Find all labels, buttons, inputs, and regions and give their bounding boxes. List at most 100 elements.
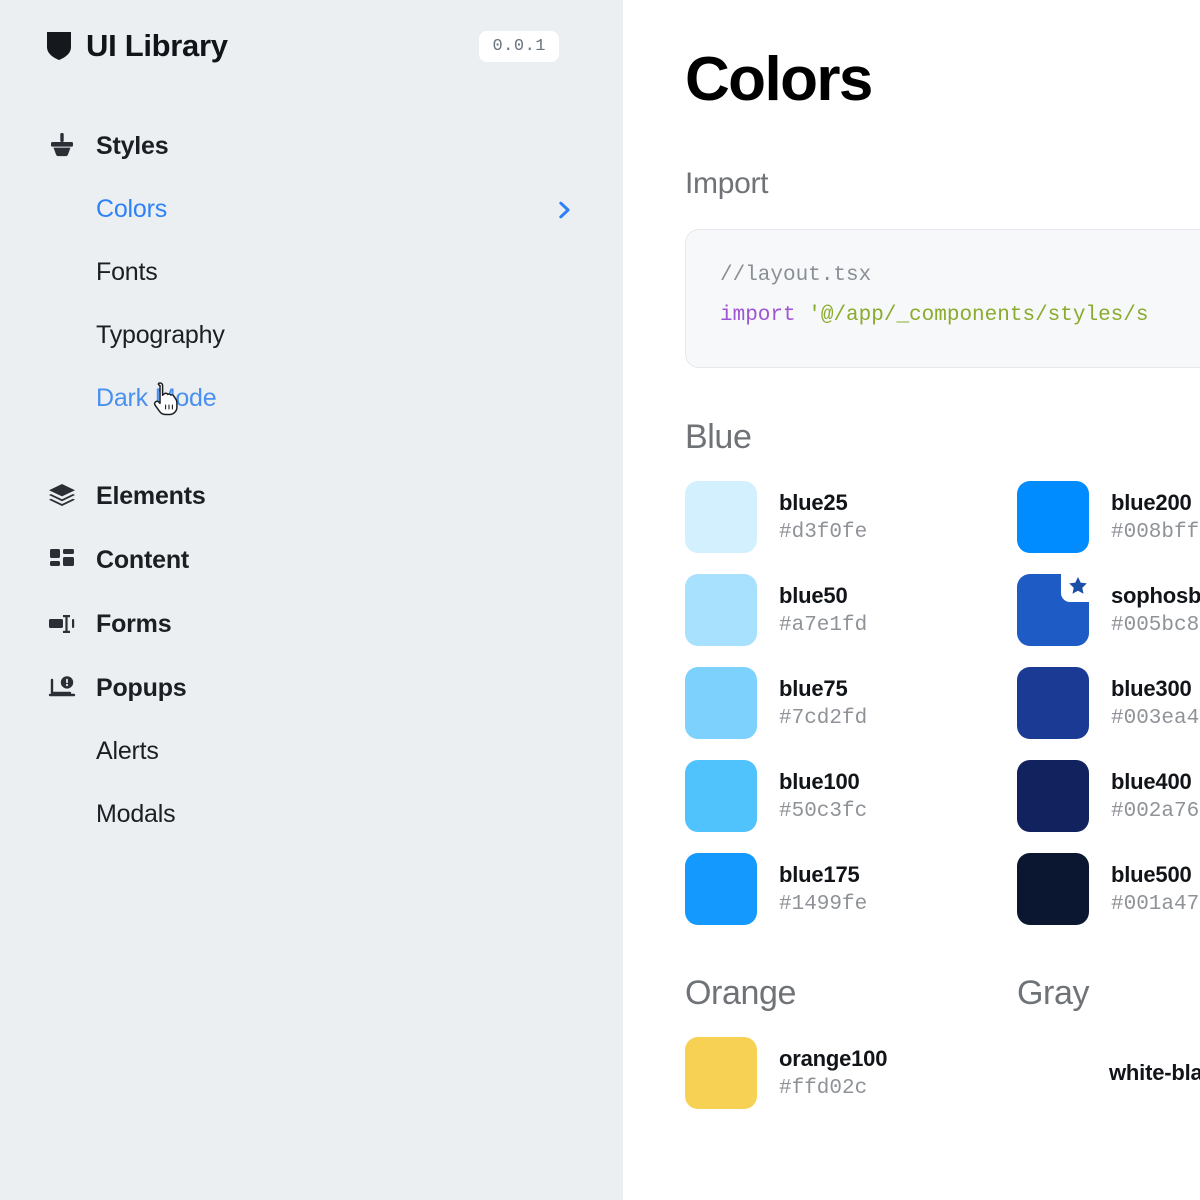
palette-bottom-row: Orange orange100 #ffd02c Gray white-bla — [685, 974, 1200, 1120]
popup-notification-icon — [46, 672, 78, 704]
palette-title: Orange — [685, 973, 797, 1012]
sidebar-item-elements[interactable]: Elements — [0, 464, 623, 528]
swatch-hex: #002a76 — [1111, 800, 1200, 824]
swatch-item[interactable]: blue300 #003ea4 — [1017, 657, 1200, 750]
palette-gray: Gray white-black — [1017, 974, 1200, 1120]
swatch-hex: #50c3fc — [779, 800, 868, 824]
sidebar-item-styles[interactable]: Styles — [0, 114, 623, 178]
swatch-column: blue25 #d3f0fe blue50 #a7e1fd blue75 #7c… — [685, 471, 1017, 936]
app-title: UI Library — [86, 28, 228, 63]
sidebar-item-modals[interactable]: Modals — [0, 783, 623, 846]
swatch-hex: #1499fe — [779, 893, 868, 917]
swatch-name: white-black — [1109, 1060, 1200, 1086]
swatch-hex: #a7e1fd — [779, 614, 868, 638]
sidebar-item-content[interactable]: Content — [0, 528, 623, 592]
sidebar-subitem-label: Colors — [96, 195, 168, 223]
color-chip[interactable] — [1017, 853, 1089, 926]
favorite-star-badge — [1061, 572, 1091, 603]
color-chip[interactable] — [685, 574, 757, 647]
swatch-item[interactable]: white-black — [1017, 1027, 1200, 1120]
sidebar-item-dark-mode[interactable]: Dark Mode — [0, 367, 623, 430]
swatch-item[interactable]: blue175 #1499fe — [685, 843, 1017, 936]
sidebar-nav: Styles Colors Fonts Typography Dark Mode — [0, 92, 623, 846]
swatch-hex: #008bff — [1111, 521, 1200, 545]
code-path-string: '@/app/_components/styles/s — [808, 304, 1149, 328]
sidebar: UI Library 0.0.1 Styles Colors Fonts Typ… — [0, 0, 623, 1200]
palette-title: Gray — [1017, 973, 1090, 1012]
code-keyword: import — [720, 304, 796, 328]
sidebar-item-label: Content — [96, 545, 190, 574]
import-code-block[interactable]: //layout.tsx import '@/app/_components/s… — [685, 229, 1200, 368]
sidebar-brand[interactable]: UI Library 0.0.1 — [0, 0, 623, 92]
sidebar-subitem-label: Dark Mode — [96, 384, 217, 412]
color-chip[interactable] — [685, 667, 757, 740]
swatch-hex: #005bc8 — [1111, 614, 1200, 638]
form-input-icon — [46, 608, 78, 640]
main-content: Colors Import //layout.tsx import '@/app… — [623, 0, 1200, 1200]
swatch-item[interactable]: blue400 #002a76 — [1017, 750, 1200, 843]
color-chip[interactable] — [685, 760, 757, 833]
swatch-item[interactable]: blue500 #001a47 — [1017, 843, 1200, 936]
swatch-item[interactable]: blue50 #a7e1fd — [685, 564, 1017, 657]
color-chip[interactable] — [1017, 760, 1089, 833]
star-icon — [1069, 577, 1087, 594]
swatch-name: blue50 — [779, 583, 848, 609]
swatch-name: blue300 — [1111, 676, 1192, 702]
swatch-meta: white-black — [1109, 1060, 1200, 1086]
color-chip[interactable] — [685, 1037, 757, 1110]
code-import-line: import '@/app/_components/styles/s — [720, 296, 1200, 336]
palette-orange: Orange orange100 #ffd02c — [685, 974, 1017, 1120]
color-chip[interactable] — [685, 481, 757, 554]
swatch-item[interactable]: blue25 #d3f0fe — [685, 471, 1017, 564]
swatch-item[interactable]: blue100 #50c3fc — [685, 750, 1017, 843]
sidebar-subitem-label: Fonts — [96, 258, 158, 286]
swatch-hex: #001a47 — [1111, 893, 1200, 917]
swatch-hex: #003ea4 — [1111, 707, 1200, 731]
sidebar-item-popups[interactable]: Popups — [0, 656, 623, 720]
swatch-column: white-black — [1017, 1027, 1200, 1120]
import-section-label: Import — [685, 167, 769, 200]
chevron-right-icon — [559, 201, 570, 218]
swatch-name: sophosb — [1111, 583, 1200, 609]
color-chip[interactable] — [1017, 572, 1091, 647]
swatch-name: blue400 — [1111, 769, 1192, 795]
swatch-item[interactable]: sophosb #005bc8 — [1017, 564, 1200, 657]
swatch-item[interactable]: blue200 #008bff — [1017, 471, 1200, 564]
color-chip[interactable] — [1017, 667, 1089, 740]
swatch-column: blue200 #008bff sophosb #005bc8 blue300 … — [1017, 471, 1200, 936]
sidebar-subitem-label: Modals — [96, 800, 176, 828]
swatch-name: blue200 — [1111, 490, 1192, 516]
color-chip[interactable] — [1017, 481, 1089, 554]
swatch-meta: blue75 #7cd2fd — [779, 676, 867, 730]
swatch-hex: #ffd02c — [779, 1077, 868, 1101]
swatch-name: blue500 — [1111, 862, 1192, 888]
sidebar-item-label: Forms — [96, 609, 172, 638]
color-chip[interactable] — [685, 853, 757, 926]
swatch-meta: blue500 #001a47 — [1111, 862, 1199, 916]
swatch-meta: blue175 #1499fe — [779, 862, 867, 916]
swatch-name: orange100 — [779, 1046, 888, 1072]
shield-icon — [47, 32, 71, 60]
sidebar-subitem-label: Typography — [96, 321, 225, 349]
swatch-meta: sophosb #005bc8 — [1111, 583, 1200, 637]
swatch-columns-bottom: Orange orange100 #ffd02c Gray white-bla — [685, 974, 1200, 1120]
grid-icon — [46, 544, 78, 576]
swatch-meta: blue100 #50c3fc — [779, 769, 867, 823]
swatch-item[interactable]: orange100 #ffd02c — [685, 1027, 1017, 1120]
sidebar-item-forms[interactable]: Forms — [0, 592, 623, 656]
swatch-name: blue175 — [779, 862, 860, 888]
swatch-meta: blue25 #d3f0fe — [779, 490, 867, 544]
version-badge: 0.0.1 — [479, 30, 559, 62]
sidebar-item-label: Popups — [96, 673, 187, 702]
palette-title: Blue — [685, 417, 752, 456]
swatch-item[interactable]: blue75 #7cd2fd — [685, 657, 1017, 750]
swatch-hex: #7cd2fd — [779, 707, 868, 731]
swatch-columns: blue25 #d3f0fe blue50 #a7e1fd blue75 #7c… — [685, 471, 1200, 936]
sidebar-item-fonts[interactable]: Fonts — [0, 241, 623, 304]
sidebar-item-typography[interactable]: Typography — [0, 304, 623, 367]
sidebar-subitem-label: Alerts — [96, 737, 159, 765]
swatch-hex: #d3f0fe — [779, 521, 868, 545]
sidebar-item-alerts[interactable]: Alerts — [0, 720, 623, 783]
sidebar-item-colors[interactable]: Colors — [0, 178, 623, 241]
